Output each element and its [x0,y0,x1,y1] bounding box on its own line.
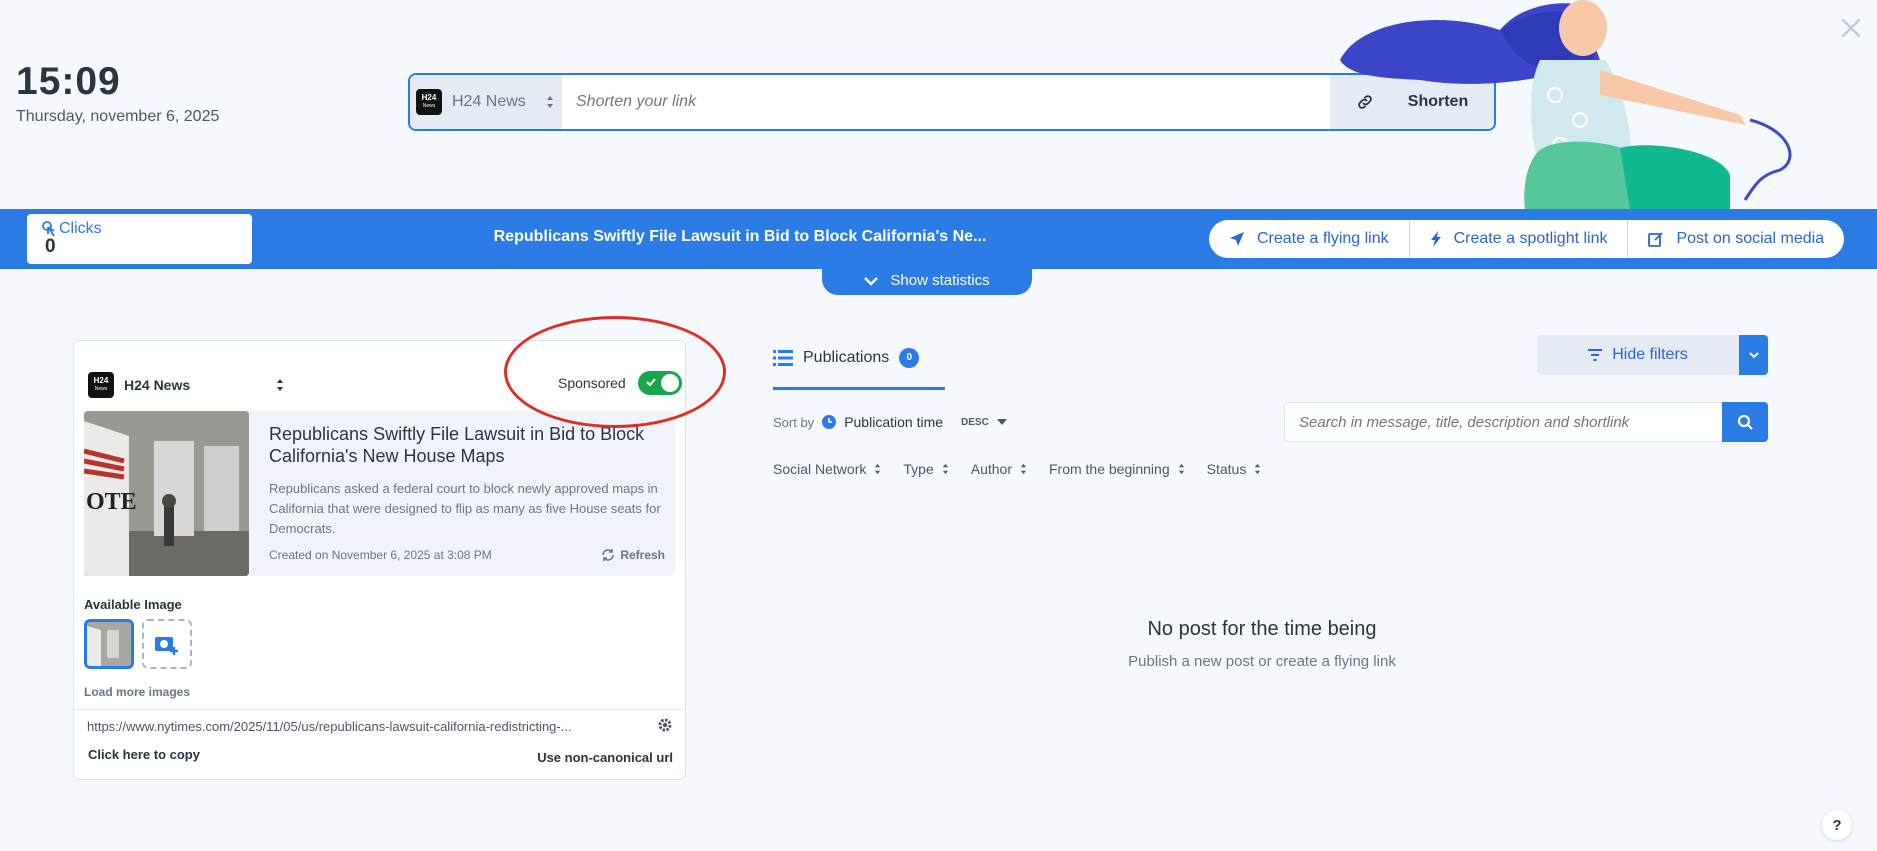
article-thumbnail: OTE [84,411,249,576]
card-brand-select[interactable]: H24 News H24 News [88,369,288,401]
gear-icon[interactable] [657,717,673,733]
lightning-icon [1430,231,1441,247]
refresh-label: Refresh [620,548,665,562]
help-button[interactable]: ? [1822,810,1852,840]
click-to-copy-link[interactable]: Click here to copy [88,747,200,762]
filter-status[interactable]: Status [1207,461,1262,477]
close-icon[interactable] [1837,14,1865,42]
publication-search [1284,402,1768,442]
clock-time: 15:09 [16,60,121,103]
preview-created-date: Created on November 6, 2025 at 3:08 PM [269,548,492,562]
filter-icon [1588,349,1603,361]
list-icon [773,349,793,366]
header-illustration [1340,0,1792,209]
refresh-icon [602,549,615,561]
filter-type[interactable]: Type [903,461,948,477]
preview-description: Republicans asked a federal court to blo… [269,481,661,536]
select-arrows-icon [1255,463,1261,475]
hide-filters-button[interactable]: Hide filters [1537,335,1739,375]
select-arrows-icon [277,379,283,391]
edit-icon [1648,232,1664,247]
sort-field[interactable]: Publication time [844,414,943,430]
header: 15:09 Thursday, november 6, 2025 H24 News… [0,0,1877,209]
brand-select-label: H24 News [452,93,526,110]
tab-publications[interactable]: Publications 0 [773,340,945,390]
filters-dropdown-button[interactable] [1739,335,1768,375]
chevron-down-icon [1748,352,1759,359]
brand-select[interactable]: H24 News H24 News [410,75,562,129]
refresh-button[interactable]: Refresh [601,548,665,562]
load-more-images-link[interactable]: Load more images [84,685,190,699]
create-spotlight-link-button[interactable]: Create a spotlight link [1410,220,1629,258]
brand-logo-icon: H24 News [88,372,114,398]
empty-state: No post for the time being Publish a new… [1062,618,1462,670]
empty-state-subtitle: Publish a new post or create a flying li… [1128,653,1396,670]
select-arrows-icon [1178,463,1184,475]
article-title: Republicans Swiftly File Lawsuit in Bid … [493,228,987,245]
publications-tab-label: Publications [803,348,890,366]
search-input[interactable] [1284,402,1722,442]
show-statistics-label: Show statistics [890,272,990,289]
available-image-label: Available Image [84,597,182,612]
clock: 15:09 Thursday, november 6, 2025 [16,60,219,126]
caret-down-icon[interactable] [996,419,1007,425]
selected-image-thumbnail[interactable] [84,619,134,669]
search-icon [1737,414,1753,430]
filter-social-network[interactable]: Social Network [773,461,881,477]
chevron-down-icon [864,276,879,286]
publications-count-badge: 0 [899,347,920,368]
clock-date: Thursday, november 6, 2025 [16,108,220,125]
preview-title: Republicans Swiftly File Lawsuit in Bid … [269,424,645,466]
clock-icon [822,415,837,429]
post-on-social-media-label: Post on social media [1676,230,1825,247]
article-url: https://www.nytimes.com/2025/11/05/us/re… [87,719,572,734]
paper-plane-icon [1230,232,1244,246]
add-photo-icon [155,637,178,655]
link-toolbar: Clicks 0 Republicans Swiftly File Lawsui… [0,209,1877,269]
show-statistics-button[interactable]: Show statistics [822,266,1032,295]
clicks-value: 0 [45,236,56,257]
brand-logo-icon: H24 News [416,89,442,115]
create-flying-link-label: Create a flying link [1257,230,1389,247]
search-button[interactable] [1722,402,1768,442]
create-flying-link-button[interactable]: Create a flying link [1209,220,1410,258]
post-on-social-media-button[interactable]: Post on social media [1628,220,1844,258]
filter-author[interactable]: Author [971,461,1027,477]
svg-text:OTE: OTE [86,489,137,515]
select-arrows-icon [875,463,881,475]
link-actions: Create a flying link Create a spotlight … [1209,220,1845,258]
sort-control: Sort by Publication time DESC [773,414,1007,430]
add-image-button[interactable] [142,619,192,669]
select-arrows-icon [547,96,553,108]
voting-booth-image: OTE [84,411,249,576]
sort-direction[interactable]: DESC [961,417,989,428]
clicks-label: Clicks [59,220,102,237]
create-spotlight-link-label: Create a spotlight link [1453,230,1608,247]
card-brand-label: H24 News [124,377,191,393]
hide-filters-label: Hide filters [1612,346,1688,363]
use-non-canonical-url-link[interactable]: Use non-canonical url [537,750,673,765]
select-arrows-icon [942,463,948,475]
annotation-highlight [504,316,726,428]
filter-row: Social Network Type Author From the begi… [773,461,1261,477]
hide-filters-control: Hide filters [1537,335,1768,375]
shorten-link-input[interactable] [562,75,1330,129]
article-preview[interactable]: OTE Republicans Swiftly File Lawsuit in … [84,411,675,576]
sort-by-label: Sort by [773,414,815,430]
filter-date-range[interactable]: From the beginning [1049,461,1185,477]
select-arrows-icon [1020,463,1027,475]
empty-state-title: No post for the time being [1147,618,1377,640]
clicks-counter: Clicks 0 [27,214,252,264]
